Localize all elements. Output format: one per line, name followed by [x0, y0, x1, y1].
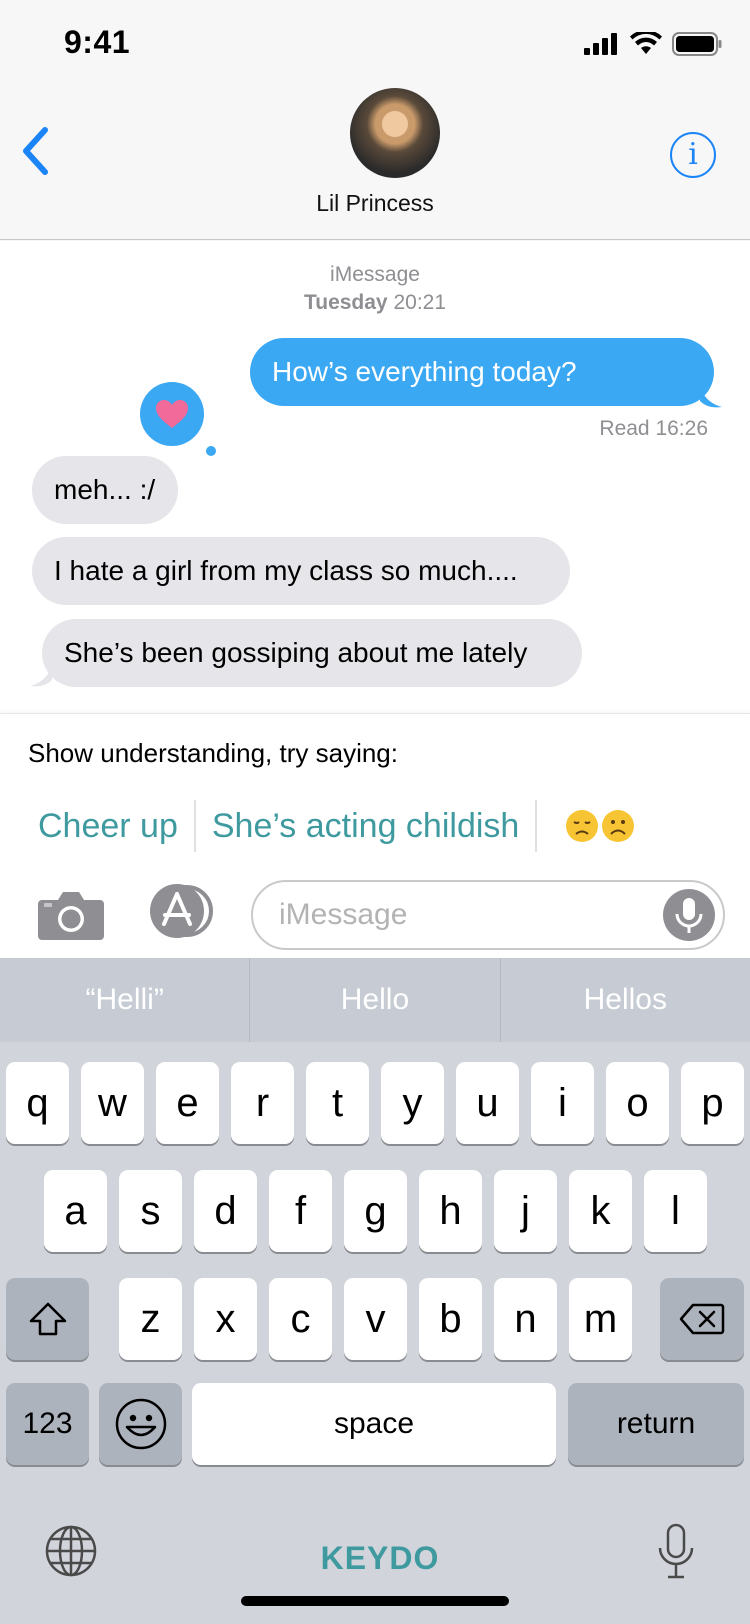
app-store-icon — [150, 884, 213, 938]
contact-name[interactable]: Lil Princess — [0, 190, 750, 217]
heart-icon — [156, 400, 188, 428]
key-o[interactable]: o — [606, 1062, 669, 1144]
tapback-heart[interactable] — [140, 382, 204, 446]
message-timestamp: Tuesday 20:21 — [0, 291, 750, 315]
message-input[interactable] — [279, 882, 639, 948]
status-icons — [584, 32, 722, 56]
app-store-button[interactable] — [147, 884, 217, 938]
status-time: 9:41 — [64, 24, 131, 60]
suggestion-chip-childish[interactable]: She’s acting childish — [202, 807, 529, 846]
chip-divider — [535, 800, 538, 852]
key-z[interactable]: z — [119, 1278, 182, 1360]
message-text: She’s been gossiping about me lately — [64, 637, 528, 668]
info-icon: i — [688, 137, 698, 172]
timestamp-day: Tuesday — [303, 291, 388, 314]
message-field[interactable] — [251, 880, 725, 950]
camera-button[interactable] — [38, 888, 104, 940]
prediction-1[interactable]: “Helli” — [0, 958, 251, 1042]
key-k[interactable]: k — [569, 1170, 632, 1252]
key-p[interactable]: p — [681, 1062, 744, 1144]
backspace-icon — [679, 1303, 725, 1335]
delete-key[interactable] — [660, 1278, 744, 1360]
frowning-face-icon — [602, 810, 635, 842]
sent-message-bubble[interactable]: How’s everything today? — [250, 338, 714, 406]
key-h[interactable]: h — [419, 1170, 482, 1252]
key-g[interactable]: g — [344, 1170, 407, 1252]
key-r[interactable]: r — [231, 1062, 294, 1144]
chip-divider — [193, 800, 196, 852]
microphone-icon — [658, 1523, 694, 1579]
received-message-bubble[interactable]: meh... :/ — [32, 456, 178, 524]
info-button[interactable]: i — [670, 132, 716, 178]
camera-icon — [38, 892, 104, 940]
shift-icon — [29, 1302, 66, 1336]
read-receipt: Read 16:26 — [599, 417, 708, 440]
key-f[interactable]: f — [269, 1170, 332, 1252]
home-indicator — [241, 1596, 509, 1606]
suggestion-prompt: Show understanding, try saying: — [28, 738, 398, 768]
disappointed-face-icon — [566, 810, 599, 842]
dictation-button[interactable] — [656, 1522, 696, 1582]
compose-bar — [0, 870, 750, 958]
key-d[interactable]: d — [194, 1170, 257, 1252]
message-text: How’s everything today? — [272, 356, 577, 387]
key-n[interactable]: n — [494, 1278, 557, 1360]
tapback-dot — [206, 446, 216, 456]
key-i[interactable]: i — [531, 1062, 594, 1144]
voice-message-button[interactable] — [663, 889, 715, 941]
key-y[interactable]: y — [381, 1062, 444, 1144]
received-message-bubble[interactable]: She’s been gossiping about me lately — [42, 619, 582, 687]
key-q[interactable]: q — [6, 1062, 69, 1144]
numbers-key[interactable]: 123 — [6, 1383, 89, 1465]
key-a[interactable]: a — [44, 1170, 107, 1252]
key-m[interactable]: m — [569, 1278, 632, 1360]
bubble-tail — [30, 666, 52, 687]
space-key[interactable]: space — [192, 1383, 556, 1465]
emoji-face-icon — [115, 1398, 166, 1450]
microphone-icon — [675, 898, 703, 933]
contact-avatar[interactable] — [350, 88, 440, 178]
key-v[interactable]: v — [344, 1278, 407, 1360]
service-label: iMessage — [330, 263, 420, 286]
return-key[interactable]: return — [568, 1383, 744, 1465]
key-w[interactable]: w — [81, 1062, 144, 1144]
key-j[interactable]: j — [494, 1170, 557, 1252]
prediction-2[interactable]: Hello — [250, 958, 501, 1042]
key-e[interactable]: e — [156, 1062, 219, 1144]
message-text: I hate a girl from my class so much.... — [54, 555, 518, 586]
wifi-icon — [630, 32, 662, 54]
status-bar: 9:41 — [0, 0, 750, 90]
predictive-bar: “Helli” Hello Hellos — [0, 958, 750, 1042]
emoji-key[interactable] — [99, 1383, 182, 1465]
received-message-bubble[interactable]: I hate a girl from my class so much.... — [32, 537, 570, 605]
keyboard-brand: KEYDO — [320, 1540, 440, 1576]
key-x[interactable]: x — [194, 1278, 257, 1360]
message-thread[interactable]: iMessage Tuesday 20:21 How’s everything … — [0, 241, 750, 713]
prediction-3[interactable]: Hellos — [501, 958, 750, 1042]
suggestion-chip-cheer-up[interactable]: Cheer up — [28, 807, 188, 846]
key-s[interactable]: s — [119, 1170, 182, 1252]
key-c[interactable]: c — [269, 1278, 332, 1360]
shift-key[interactable] — [6, 1278, 89, 1360]
keyboard: “Helli” Hello Hellos q w e r t y u i o p… — [0, 958, 750, 1624]
suggestion-row: Cheer up She’s acting childish 😞☹️ — [28, 800, 635, 852]
conversation-header: Lil Princess i — [0, 80, 750, 240]
suggestion-chip-emoji[interactable]: 😞☹️ — [565, 809, 635, 843]
cellular-signal-icon — [584, 33, 617, 55]
back-button[interactable] — [20, 126, 60, 186]
key-b[interactable]: b — [419, 1278, 482, 1360]
timestamp-time: 20:21 — [393, 291, 447, 314]
key-t[interactable]: t — [306, 1062, 369, 1144]
key-u[interactable]: u — [456, 1062, 519, 1144]
message-text: meh... :/ — [54, 474, 156, 505]
key-l[interactable]: l — [644, 1170, 707, 1252]
bubble-tail — [700, 387, 722, 408]
chevron-left-icon — [23, 127, 48, 175]
battery-icon — [672, 32, 722, 56]
